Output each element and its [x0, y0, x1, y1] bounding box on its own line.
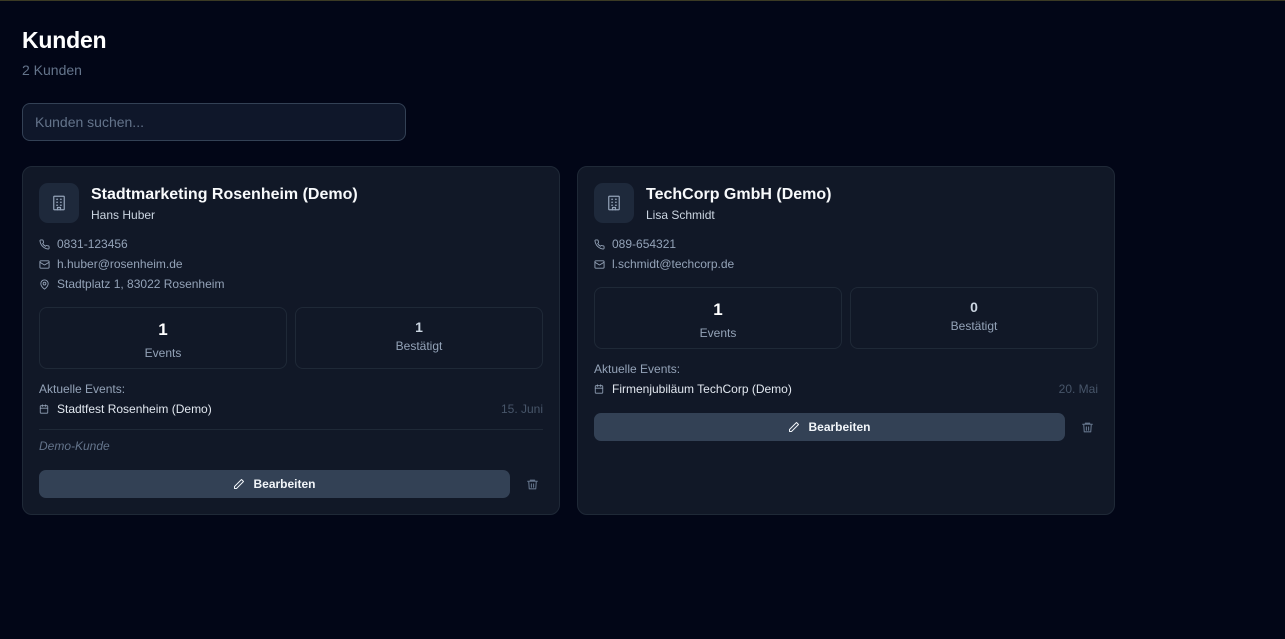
email-address: h.huber@rosenheim.de [57, 257, 183, 271]
address: Stadtplatz 1, 83022 Rosenheim [57, 277, 225, 291]
event-date: 15. Juni [500, 402, 543, 416]
confirmed-count: 1 [415, 319, 423, 335]
page-title: Kunden [22, 27, 107, 53]
email-row: l.schmidt@techcorp.de [594, 257, 734, 271]
calendar-icon [594, 384, 604, 394]
pencil-icon [789, 422, 800, 432]
events-stat: 1 Events [594, 287, 842, 349]
trash-icon [1081, 422, 1093, 432]
phone-row: 089-654321 [594, 237, 676, 251]
contact-person: Lisa Schmidt [646, 208, 715, 222]
pencil-icon [234, 479, 245, 489]
delete-button[interactable] [522, 472, 542, 496]
event-item[interactable]: Firmenjubiläum TechCorp (Demo) 20. Mai [594, 382, 1098, 396]
events-count: 1 [713, 300, 723, 319]
event-item[interactable]: Stadtfest Rosenheim (Demo) 15. Juni [39, 402, 543, 416]
confirmed-label: Bestätigt [395, 339, 443, 353]
phone-icon [594, 238, 605, 249]
event-name: Firmenjubiläum TechCorp (Demo) [612, 382, 792, 396]
building-icon [594, 183, 634, 223]
page-header: Kunden 2 Kunden [22, 27, 107, 78]
customer-card: TechCorp GmbH (Demo) Lisa Schmidt 089-65… [577, 166, 1115, 515]
phone-icon [39, 238, 50, 249]
divider [39, 429, 543, 430]
events-stat: 1 Events [39, 307, 287, 369]
phone-row: 0831-123456 [39, 237, 128, 251]
email-row: h.huber@rosenheim.de [39, 257, 183, 271]
map-pin-icon [40, 278, 49, 290]
confirmed-stat: 1 Bestätigt [295, 307, 543, 369]
edit-button[interactable]: Bearbeiten [594, 413, 1065, 441]
events-label: Events [699, 326, 737, 340]
confirmed-count: 0 [970, 299, 978, 315]
contact-person: Hans Huber [91, 208, 156, 222]
customer-count: 2 Kunden [22, 62, 82, 78]
mail-icon [39, 259, 50, 269]
customer-note: Demo-Kunde [39, 439, 110, 453]
events-count: 1 [158, 320, 168, 339]
events-heading: Aktuelle Events: [39, 382, 126, 396]
edit-button-label: Bearbeiten [808, 420, 871, 434]
mail-icon [594, 259, 605, 269]
trash-icon [526, 479, 538, 489]
address-row: Stadtplatz 1, 83022 Rosenheim [39, 277, 224, 291]
confirmed-stat: 0 Bestätigt [850, 287, 1098, 349]
customer-name: Stadtmarketing Rosenheim (Demo) [91, 186, 358, 203]
calendar-icon [39, 404, 49, 414]
events-label: Events [144, 346, 182, 360]
search-input[interactable] [22, 103, 406, 141]
edit-button-label: Bearbeiten [253, 477, 316, 491]
delete-button[interactable] [1077, 415, 1097, 439]
phone-number: 089-654321 [612, 237, 677, 251]
event-date: 20. Mai [1058, 382, 1098, 396]
customer-card: Stadtmarketing Rosenheim (Demo) Hans Hub… [22, 166, 560, 515]
edit-button[interactable]: Bearbeiten [39, 470, 510, 498]
events-heading: Aktuelle Events: [594, 362, 681, 376]
confirmed-label: Bestätigt [950, 319, 998, 333]
building-icon [39, 183, 79, 223]
customer-name: TechCorp GmbH (Demo) [646, 186, 832, 203]
event-name: Stadtfest Rosenheim (Demo) [57, 402, 212, 416]
phone-number: 0831-123456 [57, 237, 128, 251]
email-address: l.schmidt@techcorp.de [612, 257, 735, 271]
